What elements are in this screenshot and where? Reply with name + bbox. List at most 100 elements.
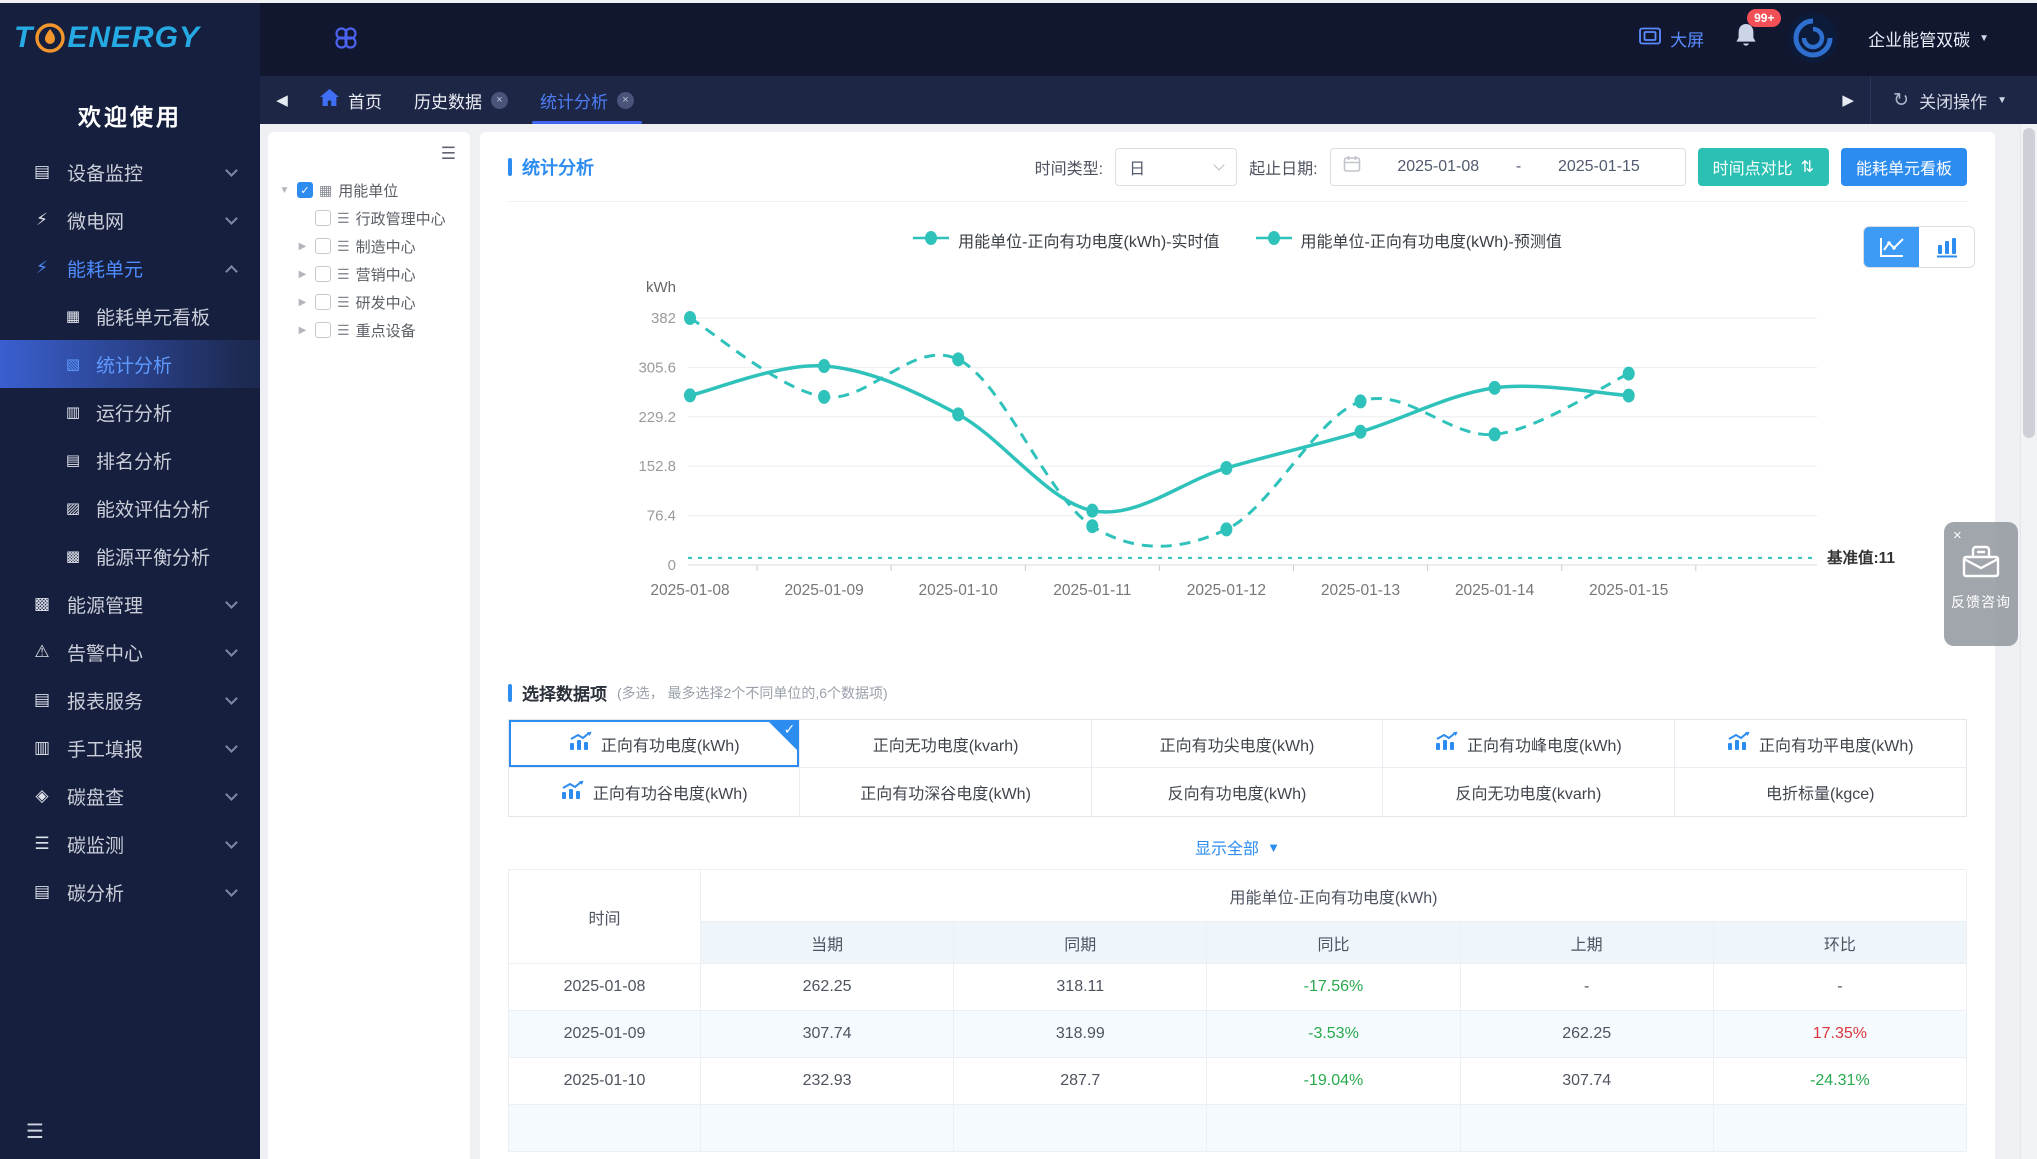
sidebar-item-device-monitor[interactable]: ▤ 设备监控	[0, 148, 260, 196]
data-item-fwd-flat[interactable]: 正向有功平电度(kWh)	[1674, 720, 1966, 768]
date-range-picker[interactable]: 2025-01-08 - 2025-01-15	[1329, 147, 1686, 186]
tree-caret-icon[interactable]: ▶	[296, 325, 309, 336]
data-item-label: 反向无功电度(kvarh)	[1455, 786, 1602, 803]
data-item-label: 正向有功谷电度(kWh)	[592, 786, 748, 803]
tree-caret-icon[interactable]: ▶	[296, 269, 309, 280]
tabs-forward-button[interactable]: ▶	[1826, 91, 1870, 109]
x-tick-label: 2025-01-11	[1053, 582, 1131, 599]
alarm-icon: ⚠	[34, 642, 50, 661]
notifications-button[interactable]: 99+	[1734, 9, 1782, 54]
sidebar-item-label: 报表服务	[67, 691, 144, 713]
swap-arrows-icon: ⇅	[1800, 158, 1814, 176]
time-type-select[interactable]: 日	[1115, 147, 1238, 186]
top-header-bar: 大屏 99+ 企业能管双碳 ▼	[260, 0, 2037, 76]
show-all-label: 显示全部	[1195, 841, 1260, 858]
tree-caret-icon[interactable]: ▶	[296, 297, 309, 308]
tree-checkbox[interactable]	[315, 210, 331, 226]
close-tab-icon[interactable]: ×	[617, 91, 634, 109]
tree-checkbox[interactable]	[315, 266, 331, 282]
data-item-title: 选择数据项	[522, 685, 607, 704]
sidebar-item-report-service[interactable]: ▤ 报表服务	[0, 676, 260, 724]
sidebar-subitem-energy-balance[interactable]: ▩ 能源平衡分析	[0, 532, 260, 580]
data-item-grid: 正向有功电度(kWh) ✓ 正向无功电度(kvarh) 正向有功尖电度(kWh) 正向有…	[508, 719, 1967, 817]
layers-icon: ☰	[337, 321, 350, 338]
app-logo[interactable]: T ENERGY	[0, 0, 260, 76]
date-end-value[interactable]: 2025-01-15	[1525, 158, 1672, 176]
chevron-down-icon	[1213, 159, 1225, 171]
data-item-label: 正向有功尖电度(kWh)	[1159, 737, 1315, 755]
tab-home[interactable]: 首页	[304, 76, 398, 124]
data-item-rev-reactive[interactable]: 反向无功电度(kvarh)	[1383, 768, 1675, 816]
tree-checkbox[interactable]	[315, 238, 331, 254]
tree-node-key-equipment[interactable]: ▶ ☰ 重点设备	[268, 316, 470, 344]
sidebar-item-carbon-analysis[interactable]: ▤ 碳分析	[0, 868, 260, 916]
data-item-fwd-active[interactable]: 正向有功电度(kWh) ✓	[509, 720, 801, 768]
tree-caret-icon[interactable]: ▶	[296, 241, 309, 252]
sidebar-subitem-unit-board[interactable]: ▦ 能耗单元看板	[0, 292, 260, 340]
sidebar-item-energy-mgmt[interactable]: ▩ 能源管理	[0, 580, 260, 628]
close-icon[interactable]: ×	[1953, 527, 1962, 544]
energy-unit-board-button[interactable]: 能耗单元看板	[1840, 147, 1967, 186]
sidebar-item-energy-unit[interactable]: ⚡ 能耗单元	[0, 244, 260, 292]
close-operations-dropdown[interactable]: ↻ 关闭操作 ▼	[1870, 76, 2037, 124]
sidebar-subitem-run-analysis[interactable]: ▥ 运行分析	[0, 388, 260, 436]
cell-value	[1712, 1104, 1968, 1152]
data-item-fwd-peak[interactable]: 正向有功峰电度(kWh)	[1383, 720, 1675, 768]
collapse-tree-icon[interactable]: ☰	[441, 144, 456, 164]
tree-node-energy-org[interactable]: ▼ ✓ ▦ 用能单位	[268, 176, 470, 204]
layers-icon: ☰	[337, 209, 350, 226]
table-row: 2025-01-10 232.93 287.7 -19.04% 307.74 -24.31…	[508, 1057, 1968, 1105]
date-start-value[interactable]: 2025-01-08	[1365, 158, 1512, 176]
avatar[interactable]	[1788, 13, 1839, 63]
chevron-down-icon	[225, 163, 238, 177]
tabs-back-button[interactable]: ◀	[260, 91, 304, 109]
feedback-widget[interactable]: × 反馈咨询	[1944, 522, 2018, 646]
col-header: 上期	[1459, 921, 1714, 964]
show-all-button[interactable]: 显示全部 ▼	[508, 835, 1967, 859]
tree-checkbox[interactable]: ✓	[297, 182, 313, 198]
sidebar-subitem-rank-analysis[interactable]: ▤ 排名分析	[0, 436, 260, 484]
tab-history-data[interactable]: 历史数据 ×	[398, 76, 524, 124]
sidebar-item-alarm-center[interactable]: ⚠ 告警中心	[0, 628, 260, 676]
cell-value: 232.93	[699, 1057, 955, 1105]
sidebar-subitem-stat-analysis[interactable]: ▧ 统计分析	[0, 340, 260, 388]
building-icon: ▦	[319, 181, 333, 198]
data-item-fwd-reactive[interactable]: 正向无功电度(kvarh)	[800, 720, 1092, 768]
col-header: 同比	[1206, 921, 1461, 964]
sidebar-item-carbon-audit[interactable]: ◈ 碳盘查	[0, 772, 260, 820]
cell-value: -17.56%	[1206, 963, 1461, 1011]
org-switcher[interactable]: 企业能管双碳 ▼	[1868, 26, 1989, 51]
data-point	[1622, 366, 1635, 381]
sidebar-item-carbon-monitor[interactable]: ☰ 碳监测	[0, 820, 260, 868]
data-item-rev-active[interactable]: 反向有功电度(kWh)	[1091, 768, 1384, 816]
refresh-icon[interactable]: ↻	[1893, 89, 1909, 112]
data-item-coal-equivalent[interactable]: 电折标量(kgce)	[1674, 768, 1966, 816]
tree-node-manufacture-center[interactable]: ▶ ☰ 制造中心	[268, 232, 470, 260]
tree-node-rd-center[interactable]: ▶ ☰ 研发中心	[268, 288, 470, 316]
sidebar-item-manual-entry[interactable]: ▥ 手工填报	[0, 724, 260, 772]
big-screen-button[interactable]: 大屏	[1639, 26, 1704, 51]
sidebar-item-label: 手工填报	[67, 739, 144, 761]
tree-node-marketing-center[interactable]: ▶ ☰ 营销中心	[268, 260, 470, 288]
sidebar-collapse-button[interactable]: ☰	[0, 1103, 260, 1159]
scrollbar-thumb[interactable]	[2023, 128, 2035, 438]
sidebar: T ENERGY 欢迎使用 ▤ 设备监控 ⚡ 微电网 ⚡ 能耗单元 ▦ 能耗单元看板 ▧ 统计分析…	[0, 0, 260, 1159]
time-point-compare-button[interactable]: 时间点对比 ⇅	[1697, 147, 1829, 186]
tree-checkbox[interactable]	[315, 294, 331, 310]
tree-checkbox[interactable]	[315, 322, 331, 338]
close-tab-icon[interactable]: ×	[491, 91, 508, 109]
data-item-fwd-sharp[interactable]: 正向有功尖电度(kWh)	[1091, 720, 1384, 768]
cell-value	[1459, 1104, 1714, 1152]
sidebar-item-label: 能源管理	[67, 595, 144, 617]
tree-caret-icon[interactable]: ▼	[278, 185, 291, 196]
sidebar-item-microgrid[interactable]: ⚡ 微电网	[0, 196, 260, 244]
data-point	[1488, 427, 1501, 442]
sidebar-subitem-efficiency-eval[interactable]: ▨ 能效评估分析	[0, 484, 260, 532]
app-launcher-icon[interactable]	[332, 24, 360, 52]
data-item-fwd-valley[interactable]: 正向有功谷电度(kWh)	[509, 768, 801, 816]
data-item-fwd-deep-valley[interactable]: 正向有功深谷电度(kWh)	[800, 768, 1092, 816]
cell-time: 2025-01-08	[508, 963, 701, 1011]
tab-label: 统计分析	[540, 92, 608, 112]
tree-node-admin-center[interactable]: ☰ 行政管理中心	[268, 204, 470, 232]
tab-stat-analysis[interactable]: 统计分析 ×	[524, 76, 650, 124]
